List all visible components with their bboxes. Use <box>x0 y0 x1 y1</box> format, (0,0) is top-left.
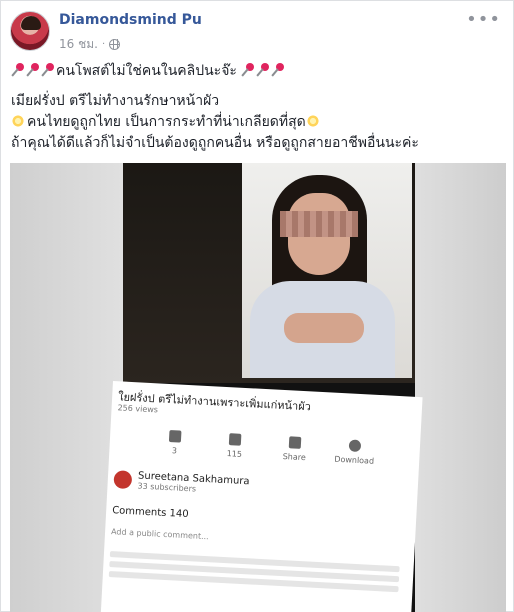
channel-info: Sureetana Sakhamura 33 subscribers <box>113 469 250 496</box>
pushpin-icon <box>256 63 270 77</box>
thumbs-up-icon <box>168 430 182 443</box>
download-icon <box>348 439 362 453</box>
pushpin-icon <box>41 63 55 77</box>
video-actions: 3 115 Share Download <box>149 429 380 466</box>
share-icon <box>288 436 302 449</box>
comment-preview <box>108 551 400 596</box>
meta-separator: · <box>101 39 106 50</box>
more-options-icon[interactable]: ••• <box>466 9 501 30</box>
globe-icon[interactable] <box>109 39 121 50</box>
author-name[interactable]: Diamondsmind Pu <box>59 12 202 28</box>
share-button: Share <box>269 435 320 463</box>
person-hands <box>284 313 364 343</box>
post-body: คนโพสต์ไม่ใช่คนในคลิปนะจ๊ะ เมียฝรั่งป ตร… <box>11 61 501 154</box>
add-comment-field: Add a public comment... <box>110 527 209 542</box>
embedded-video-frame <box>242 163 412 378</box>
share-label: Share <box>282 451 307 463</box>
pushpin-icon <box>11 63 25 77</box>
download-button: Download <box>329 438 380 466</box>
dislike-count: 115 <box>226 449 243 459</box>
post-meta: 16 ชม. · <box>59 35 121 54</box>
like-count: 3 <box>171 446 178 456</box>
post-headline: คนโพสต์ไม่ใช่คนในคลิปนะจ๊ะ <box>56 63 237 79</box>
post-line-3: คนไทยดูถูกไทย เป็นการกระทำที่น่าเกลียดที… <box>27 114 306 130</box>
post-line-3-wrap: คนไทยดูถูกไทย เป็นการกระทำที่น่าเกลียดที… <box>11 112 501 133</box>
comments-label: Comments <box>111 505 167 519</box>
thumbs-down-icon <box>228 433 242 446</box>
like-button: 3 <box>149 429 200 457</box>
post-video-thumbnail[interactable]: ใยฝรั่งป ตรีไม่ทำงานเพราะเพิ่มแก่หน้าผัว… <box>10 163 506 612</box>
comments-header: Comments 140 <box>112 505 189 520</box>
phone-screen-recording: ใยฝรั่งป ตรีไม่ทำงานเพราะเพิ่มแก่หน้าผัว… <box>100 163 423 612</box>
pushpin-icon <box>26 63 40 77</box>
post-headline-line: คนโพสต์ไม่ใช่คนในคลิปนะจ๊ะ <box>11 61 501 82</box>
pushpin-icon <box>271 63 285 77</box>
download-label: Download <box>334 454 375 466</box>
face-blur-censor <box>280 211 358 237</box>
video-views: 256 views <box>117 403 159 415</box>
author-avatar[interactable] <box>10 11 50 51</box>
sun-icon <box>305 114 320 128</box>
facebook-post-card: Diamondsmind Pu 16 ชม. · ••• คนโพสต์ไม่ใ… <box>0 0 514 612</box>
channel-avatar <box>113 470 133 490</box>
post-line-2: เมียฝรั่งป ตรีไม่ทำงานรักษาหน้าผัว <box>11 93 220 109</box>
youtube-page-panel: ใยฝรั่งป ตรีไม่ทำงานเพราะเพิ่มแก่หน้าผัว… <box>100 381 423 612</box>
sun-icon <box>11 114 25 128</box>
comments-count: 140 <box>169 508 189 521</box>
dislike-button: 115 <box>209 432 260 460</box>
post-timestamp[interactable]: 16 ชม. <box>59 35 98 54</box>
post-line-4: ถ้าคุณได้ดีแล้วก็ไม่จำเป็นต้องดูถูกคนอื่… <box>11 135 419 151</box>
pushpin-icon <box>241 63 255 77</box>
